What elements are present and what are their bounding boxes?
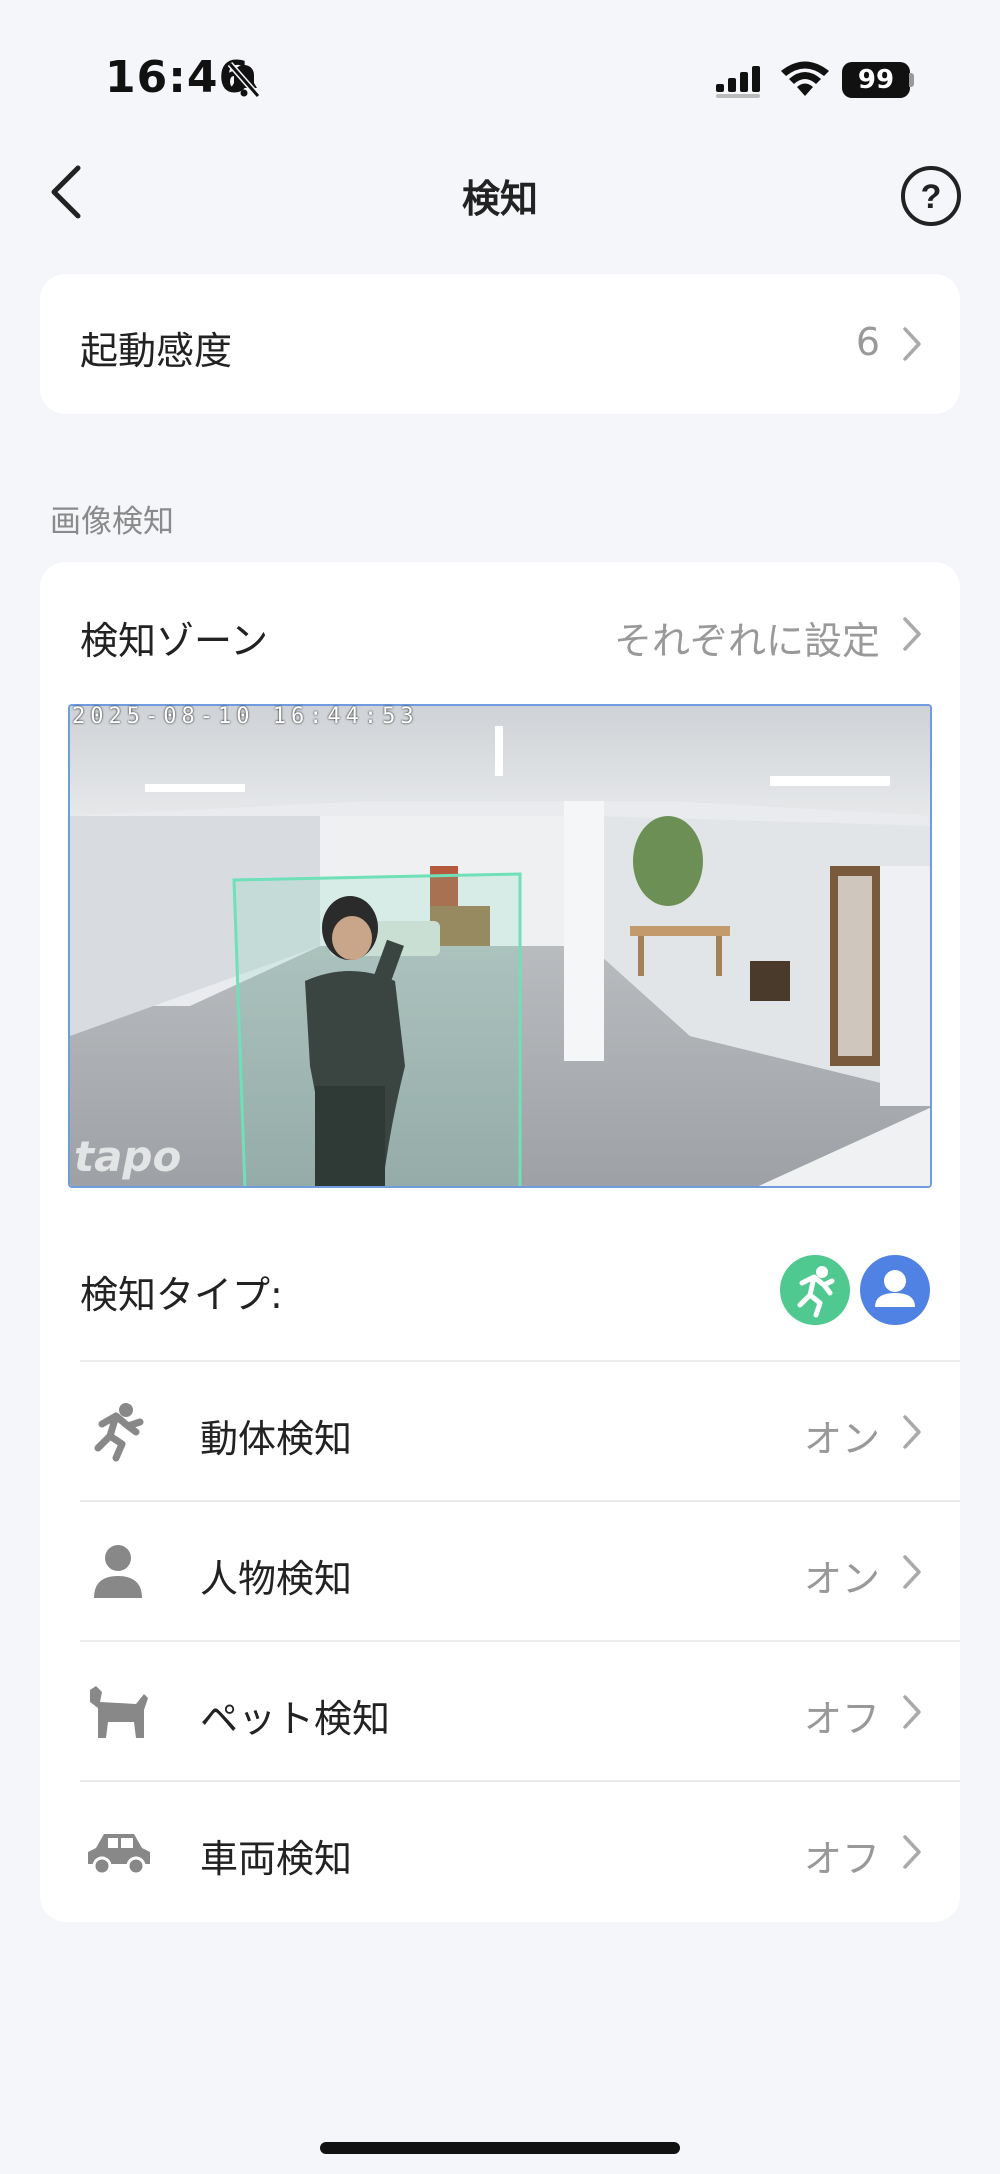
sensitivity-value: 6 [855, 320, 880, 364]
camera-watermark: tapo [74, 1132, 182, 1181]
motion-detection-value: オン [803, 1417, 880, 1461]
vehicle-detection-label: 車両検知 [200, 1837, 353, 1881]
list-item-vehicle-detection[interactable]: 車両検知 オフ [40, 1782, 960, 1920]
wifi-icon [781, 61, 829, 96]
pet-detection-value: オフ [803, 1697, 880, 1741]
motion-detection-label: 動体検知 [200, 1417, 353, 1461]
detection-zone-row[interactable] [40, 562, 960, 702]
chevron-right-icon [903, 327, 921, 361]
camera-preview[interactable] [68, 704, 932, 1188]
camera-scene-image [70, 706, 930, 1186]
camera-timestamp: 2025-08-10 16:44:53 [72, 704, 419, 729]
pet-detection-label: ペット検知 [200, 1697, 391, 1741]
chevron-right-icon [903, 1835, 921, 1869]
person-type-badge [860, 1255, 930, 1325]
sensitivity-label: 起動感度 [80, 329, 233, 373]
person-detection-value: オン [803, 1557, 880, 1601]
running-person-icon [94, 1403, 144, 1462]
detection-type-label: 検知タイプ: [80, 1273, 283, 1317]
sensitivity-card[interactable]: 起動感度 6 [40, 274, 960, 414]
list-item-motion-detection[interactable]: 動体検知 オン [40, 1362, 960, 1500]
car-icon [88, 1834, 150, 1876]
person-icon [94, 1545, 142, 1598]
battery-indicator: 99 [842, 62, 910, 98]
cellular-signal-icon [716, 66, 760, 98]
running-person-icon [797, 1266, 835, 1318]
help-icon[interactable]: ? [900, 165, 962, 227]
section-label-image-detection: 画像検知 [50, 504, 174, 540]
page-title: 検知 [461, 177, 538, 221]
svg-text:?: ? [921, 178, 942, 216]
motion-type-badge [780, 1255, 850, 1325]
chevron-right-icon [903, 1695, 921, 1729]
chevron-right-icon [903, 1415, 921, 1449]
dog-icon [90, 1686, 148, 1738]
chevron-right-icon [903, 1555, 921, 1589]
list-item-pet-detection[interactable]: ペット検知 オフ [40, 1642, 960, 1780]
list-item-person-detection[interactable]: 人物検知 オン [40, 1502, 960, 1640]
vehicle-detection-value: オフ [803, 1837, 880, 1881]
bell-muted-icon [227, 62, 261, 98]
person-detection-label: 人物検知 [200, 1557, 353, 1601]
person-icon [875, 1270, 915, 1307]
battery-tip [909, 73, 914, 87]
home-indicator[interactable] [320, 2142, 680, 2154]
